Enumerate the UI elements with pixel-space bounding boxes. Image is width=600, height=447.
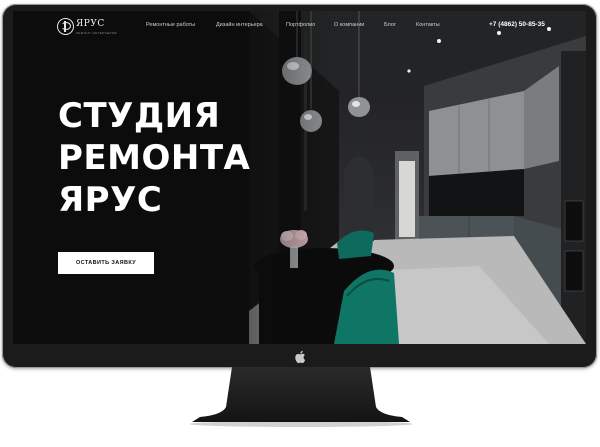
monitor-stand (190, 367, 412, 427)
yarus-logo-icon[interactable] (57, 18, 74, 35)
top-navigation: ЯРУС РЕМОНТ ИНТЕРЬЕРОВ Ремонтные работы … (13, 11, 586, 41)
hero-title-line: СТУДИЯ (58, 96, 221, 136)
hero-title-line: РЕМОНТА (58, 138, 251, 178)
kitchen-photo (249, 11, 586, 344)
nav-item-renovation[interactable]: Ремонтные работы (146, 22, 195, 28)
hero-title: СТУДИЯ РЕМОНТА ЯРУС (58, 95, 250, 221)
nav-item-interior-design[interactable]: Дизайн интерьера (216, 22, 263, 28)
brand-name[interactable]: ЯРУС (76, 19, 105, 29)
nav-item-contacts[interactable]: Контакты (416, 22, 440, 28)
leave-request-button[interactable]: ОСТАВИТЬ ЗАЯВКУ (58, 252, 154, 274)
website-screen: ЯРУС РЕМОНТ ИНТЕРЬЕРОВ Ремонтные работы … (13, 11, 586, 344)
apple-icon (293, 350, 307, 364)
phone-link[interactable]: +7 (4862) 50-85-35 (489, 21, 545, 28)
brand-tagline: РЕМОНТ ИНТЕРЬЕРОВ (76, 31, 117, 35)
nav-item-portfolio[interactable]: Портфолио (286, 22, 315, 28)
nav-item-blog[interactable]: Блог (384, 22, 396, 28)
nav-item-about[interactable]: О компании (334, 22, 364, 28)
hero-title-line: ЯРУС (58, 180, 163, 220)
monitor-frame: ЯРУС РЕМОНТ ИНТЕРЬЕРОВ Ремонтные работы … (2, 4, 597, 368)
